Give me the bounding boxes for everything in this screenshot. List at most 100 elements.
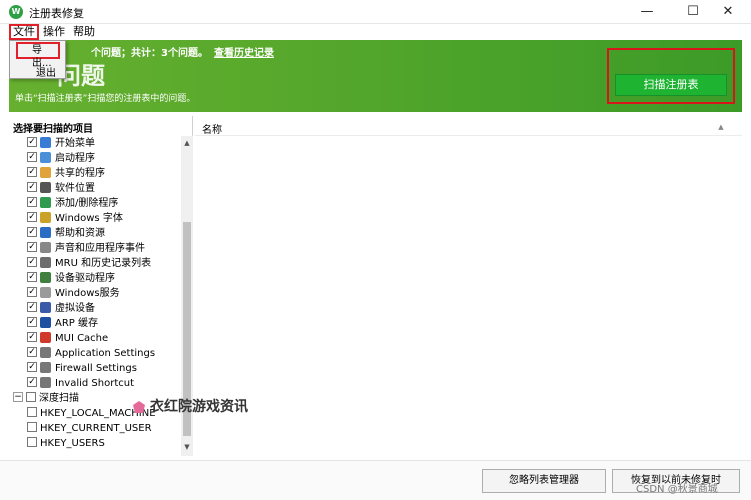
checkbox[interactable]: ✓ bbox=[27, 317, 37, 327]
checkbox[interactable]: ✓ bbox=[27, 137, 37, 147]
scan-item-0[interactable]: ✓ 开始菜单 bbox=[27, 136, 95, 151]
checkbox[interactable]: ✓ bbox=[27, 197, 37, 207]
scan-item-1[interactable]: ✓ 启动程序 bbox=[27, 151, 95, 166]
tree-item-label: 共享的程序 bbox=[55, 168, 105, 179]
scan-items-tree: ✓ 开始菜单 ✓ 启动程序 ✓ 共享的程序 ✓ 软件位置 ✓ 添加/删除程序 ✓ Windows 字体… bbox=[9, 136, 181, 472]
scan-item-10[interactable]: ✓ Windows服务 bbox=[27, 286, 120, 301]
tree-item-label: Firewall Settings bbox=[55, 363, 137, 374]
device-drivers-icon bbox=[40, 271, 51, 283]
add-remove-programs-icon bbox=[40, 196, 51, 208]
expand-collapse-icon[interactable]: − bbox=[13, 392, 23, 402]
scan-item-11[interactable]: ✓ 虚拟设备 bbox=[27, 301, 95, 316]
tree-item-label: 添加/删除程序 bbox=[55, 198, 119, 209]
checkbox[interactable] bbox=[26, 392, 36, 402]
scan-item-13[interactable]: ✓ MUI Cache bbox=[27, 331, 108, 346]
status-banner: 个问题；共计：3个问题。 查看历史记录 问题 单击“扫描注册表”扫描您的注册表中的… bbox=[9, 40, 742, 112]
tree-item-label: Application Settings bbox=[55, 348, 156, 359]
column-header-name[interactable]: 名称 bbox=[202, 121, 222, 136]
history-link[interactable]: 查看历史记录 bbox=[214, 48, 274, 59]
banner-description: 单击“扫描注册表”扫描您的注册表中的问题。 bbox=[15, 94, 196, 104]
watermark: 衣红院游戏资讯 bbox=[132, 396, 248, 416]
tree-item-label: 软件位置 bbox=[55, 183, 95, 194]
tree-item-label: MUI Cache bbox=[55, 333, 109, 344]
tree-item-label: HKEY_CURRENT_USER bbox=[40, 423, 152, 434]
scan-item-8[interactable]: ✓ MRU 和历史记录列表 bbox=[27, 256, 151, 271]
checkbox[interactable] bbox=[27, 407, 37, 417]
title-bar: W 注册表修复 — ☐ ✕ bbox=[0, 0, 751, 24]
menu-item-exit[interactable]: 退出 bbox=[36, 64, 56, 79]
scan-item-14[interactable]: ✓ Application Settings bbox=[27, 346, 155, 361]
csdn-watermark: CSDN @秋景商城 bbox=[636, 484, 718, 495]
mui-cache-icon bbox=[40, 331, 51, 343]
checkbox[interactable]: ✓ bbox=[27, 377, 37, 387]
window-title: 注册表修复 bbox=[29, 7, 84, 20]
results-panel: 名称 ▲ bbox=[195, 116, 742, 456]
application-settings-icon bbox=[40, 346, 51, 358]
scan-item-2[interactable]: ✓ 共享的程序 bbox=[27, 166, 105, 181]
checkbox[interactable]: ✓ bbox=[27, 242, 37, 252]
checkbox[interactable]: ✓ bbox=[27, 167, 37, 177]
tree-item-label: 虚拟设备 bbox=[55, 303, 95, 314]
tree-item-label: 帮助和资源 bbox=[55, 228, 105, 239]
menu-bar: 文件 操作 帮助 bbox=[0, 24, 751, 40]
checkbox[interactable]: ✓ bbox=[27, 182, 37, 192]
scan-item-5[interactable]: ✓ Windows 字体 bbox=[27, 211, 123, 226]
scan-item-16[interactable]: ✓ Invalid Shortcut bbox=[27, 376, 134, 391]
watermark-logo-icon bbox=[133, 401, 145, 413]
scan-item-4[interactable]: ✓ 添加/删除程序 bbox=[27, 196, 118, 211]
deep-scan-hive-2[interactable]: HKEY_USERS bbox=[27, 436, 105, 451]
tree-item-label: 深度扫描 bbox=[39, 393, 79, 404]
checkbox[interactable]: ✓ bbox=[27, 257, 37, 267]
checkbox[interactable]: ✓ bbox=[27, 347, 37, 357]
scan-item-15[interactable]: ✓ Firewall Settings bbox=[27, 361, 137, 376]
scan-item-9[interactable]: ✓ 设备驱动程序 bbox=[27, 271, 115, 286]
checkbox[interactable]: ✓ bbox=[27, 272, 37, 282]
checkbox[interactable]: ✓ bbox=[27, 287, 37, 297]
scan-item-3[interactable]: ✓ 软件位置 bbox=[27, 181, 95, 196]
help-resources-icon bbox=[40, 226, 51, 238]
checkbox[interactable]: ✓ bbox=[27, 302, 37, 312]
scan-item-12[interactable]: ✓ ARP 缓存 bbox=[27, 316, 98, 331]
tree-item-label: Windows 字体 bbox=[55, 213, 123, 224]
checkbox[interactable]: ✓ bbox=[27, 152, 37, 162]
scroll-up-arrow-icon[interactable]: ▲ bbox=[181, 138, 193, 148]
watermark-text: 衣红院游戏资讯 bbox=[150, 399, 248, 415]
tree-item-label: 声音和应用程序事件 bbox=[55, 243, 145, 254]
scan-item-6[interactable]: ✓ 帮助和资源 bbox=[27, 226, 105, 241]
windows-services-icon bbox=[40, 286, 51, 298]
windows-fonts-icon bbox=[40, 211, 51, 223]
menu-item-export[interactable]: 导出... bbox=[16, 42, 60, 69]
checkbox[interactable]: ✓ bbox=[27, 227, 37, 237]
mru-history-icon bbox=[40, 256, 51, 268]
summary-text: 个问题；共计：3个问题。 bbox=[91, 48, 208, 59]
tree-item-label: Windows服务 bbox=[55, 288, 120, 299]
startup-programs-icon bbox=[40, 151, 51, 163]
checkbox[interactable]: ✓ bbox=[27, 212, 37, 222]
menu-help[interactable]: 帮助 bbox=[71, 25, 97, 40]
deep-scan-hive-1[interactable]: HKEY_CURRENT_USER bbox=[27, 421, 152, 436]
tree-item-label: ARP 缓存 bbox=[55, 318, 98, 329]
menu-file[interactable]: 文件 bbox=[9, 24, 39, 40]
results-scroll-up-icon[interactable]: ▲ bbox=[715, 120, 727, 134]
checkbox[interactable] bbox=[27, 437, 37, 447]
shared-programs-icon bbox=[40, 166, 51, 178]
scan-item-7[interactable]: ✓ 声音和应用程序事件 bbox=[27, 241, 145, 256]
scan-registry-button[interactable]: 扫描注册表 bbox=[615, 74, 727, 96]
tree-item-label: 启动程序 bbox=[55, 153, 95, 164]
checkbox[interactable] bbox=[27, 422, 37, 432]
scroll-down-arrow-icon[interactable]: ▼ bbox=[181, 442, 193, 452]
menu-operation[interactable]: 操作 bbox=[41, 25, 67, 40]
checkbox[interactable]: ✓ bbox=[27, 332, 37, 342]
firewall-settings-icon bbox=[40, 361, 51, 373]
tree-item-label: 设备驱动程序 bbox=[55, 273, 115, 284]
deep-scan-item[interactable]: − 深度扫描 bbox=[13, 391, 79, 406]
app-icon: W bbox=[9, 5, 23, 19]
invalid-shortcut-icon bbox=[40, 376, 51, 388]
close-button[interactable]: ✕ bbox=[705, 0, 751, 24]
file-dropdown-menu: 导出... 退出 bbox=[9, 40, 66, 79]
checkbox[interactable]: ✓ bbox=[27, 362, 37, 372]
minimize-button[interactable]: — bbox=[624, 0, 670, 24]
ignore-list-manager-button[interactable]: 忽略列表管理器 bbox=[482, 469, 606, 493]
tree-item-label: 开始菜单 bbox=[55, 138, 95, 149]
tree-item-label: Invalid Shortcut bbox=[55, 378, 135, 389]
